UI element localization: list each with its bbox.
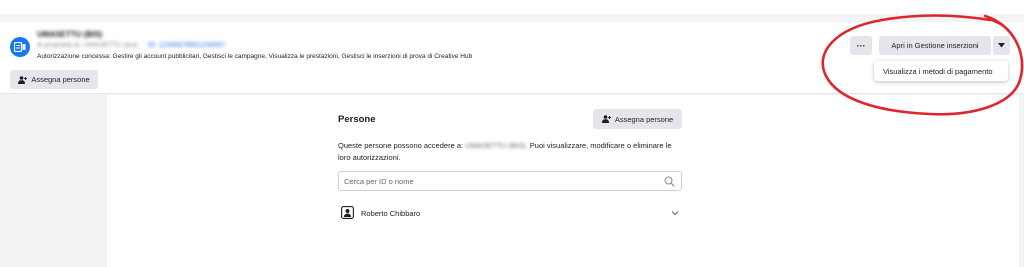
people-title: Persone (338, 114, 376, 125)
account-name: UMASETTU (BIS) (37, 30, 103, 39)
account-id-link[interactable]: ID: 12345678901234567 (148, 42, 225, 49)
assign-people-header-button[interactable]: Assegna persone (10, 70, 98, 89)
person-row[interactable]: Roberto Chibbaro (338, 203, 682, 223)
ad-account-icon (10, 37, 30, 57)
assign-people-header-label: Assegna persone (31, 75, 90, 84)
people-description: Queste persone possono accedere a: UMASE… (338, 140, 683, 163)
view-payment-methods-item[interactable]: Visualizza i metodi di pagamento (883, 67, 993, 76)
search-input[interactable] (344, 175, 659, 188)
permissions-text: Autorizzazione concessa: Gestire gli acc… (37, 53, 473, 60)
top-strip (0, 0, 1024, 14)
account-meta: di proprietà di: UMASETTU (bul) · ID: 12… (37, 42, 225, 49)
search-icon[interactable] (664, 176, 675, 187)
options-dropdown-button[interactable] (993, 36, 1010, 55)
person-name: Roberto Chibbaro (361, 209, 421, 218)
user-badge-icon (341, 206, 354, 219)
dropdown-menu: Visualizza i metodi di pagamento (874, 61, 1008, 81)
assign-people-label: Assegna persone (614, 114, 674, 124)
assign-people-button[interactable]: Assegna persone (593, 109, 682, 129)
caret-down-icon (998, 43, 1005, 48)
person-add-icon (601, 115, 611, 123)
chevron-down-icon[interactable] (671, 209, 679, 217)
search-box (338, 171, 682, 191)
account-owner: di proprietà di: UMASETTU (bul) (37, 42, 138, 49)
description-account: UMASETTU (BIS). (465, 141, 528, 150)
description-prefix: Queste persone possono accedere a: (338, 141, 464, 150)
open-ads-manager-button[interactable]: Apri in Gestione inserzioni (879, 36, 991, 55)
more-options-button[interactable]: ··· (850, 36, 872, 55)
person-add-icon (18, 75, 28, 84)
